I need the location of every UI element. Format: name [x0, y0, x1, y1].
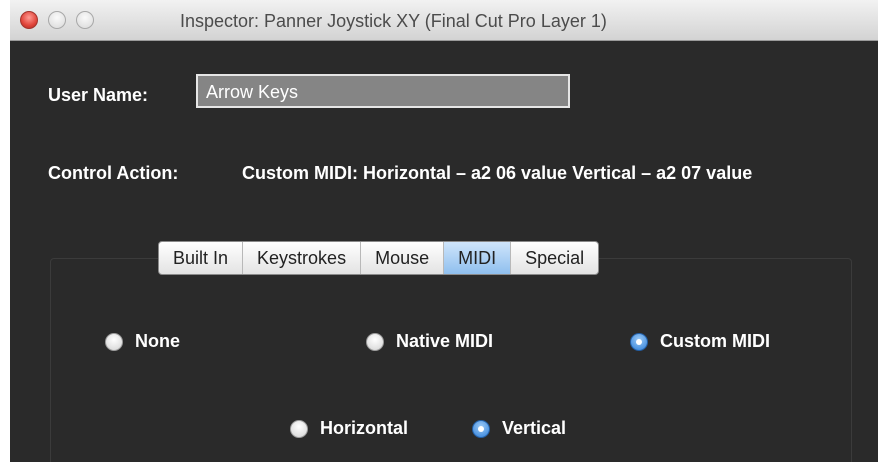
radio-vertical[interactable]: Vertical: [472, 418, 566, 439]
radio-unselected-icon: [105, 332, 123, 351]
inspector-window: Inspector: Panner Joystick XY (Final Cut…: [10, 0, 878, 462]
action-type-tabs: Built In Keystrokes Mouse MIDI Special: [158, 241, 600, 275]
tab-built-in[interactable]: Built In: [159, 242, 244, 274]
window-title: Inspector: Panner Joystick XY (Final Cut…: [180, 11, 607, 31]
tab-special[interactable]: Special: [511, 242, 598, 274]
title-bar[interactable]: Inspector: Panner Joystick XY (Final Cut…: [10, 0, 878, 41]
tab-midi[interactable]: MIDI: [444, 242, 512, 274]
radio-unselected-icon: [290, 419, 308, 438]
radio-none[interactable]: None: [105, 331, 180, 352]
zoom-window-button[interactable]: [76, 11, 94, 29]
radio-vertical-label: Vertical: [502, 418, 567, 438]
radio-custom-midi[interactable]: Custom MIDI: [630, 331, 770, 352]
radio-none-label: None: [135, 331, 180, 351]
radio-selected-icon: [630, 332, 648, 351]
user-name-input[interactable]: Arrow Keys: [196, 74, 570, 108]
radio-native-midi[interactable]: Native MIDI: [366, 331, 493, 352]
radio-native-midi-label: Native MIDI: [396, 331, 494, 351]
control-action-label: Control Action:: [48, 163, 179, 183]
close-window-button[interactable]: [20, 11, 38, 29]
control-action-value: Custom MIDI: Horizontal – a2 06 value Ve…: [242, 163, 753, 183]
radio-selected-icon: [472, 419, 490, 438]
minimize-window-button[interactable]: [48, 11, 66, 29]
user-name-label: User Name:: [48, 85, 149, 105]
radio-horizontal-label: Horizontal: [320, 418, 408, 438]
radio-custom-midi-label: Custom MIDI: [660, 331, 770, 351]
tab-mouse[interactable]: Mouse: [361, 242, 445, 274]
action-settings-panel: [50, 258, 852, 462]
tab-keystrokes[interactable]: Keystrokes: [243, 242, 362, 274]
radio-unselected-icon: [366, 332, 384, 351]
radio-horizontal[interactable]: Horizontal: [290, 418, 408, 439]
